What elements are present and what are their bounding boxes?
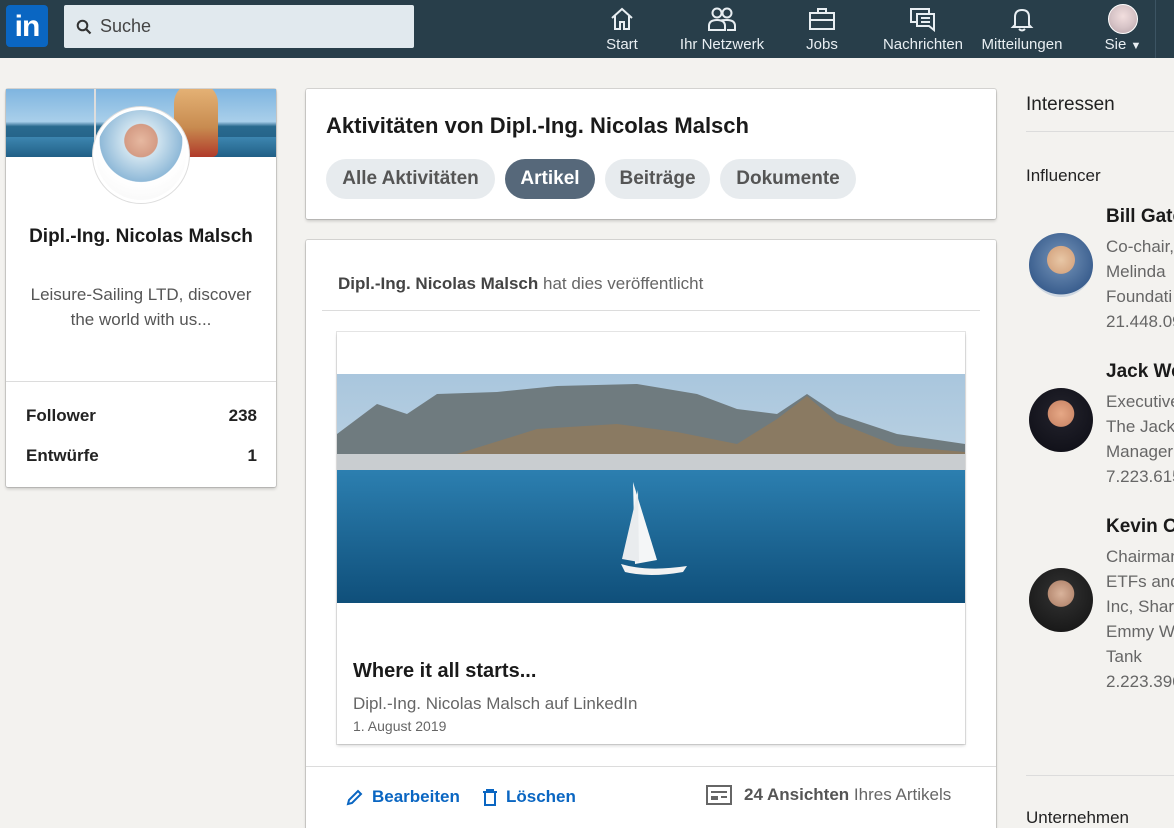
views-text: 24 Ansichten Ihres Artikels xyxy=(744,785,951,805)
views-suffix: Ihres Artikels xyxy=(853,785,952,804)
influencer-avatar xyxy=(1029,568,1093,632)
nav-start[interactable]: Start xyxy=(588,4,656,58)
nav-me-label-wrap: Sie ▼ xyxy=(1098,36,1148,53)
stat-value: 238 xyxy=(228,406,257,425)
influencer-avatar xyxy=(1029,233,1093,297)
trash-icon xyxy=(483,788,497,806)
stat-drafts[interactable]: Entwürfe 1 xyxy=(26,446,257,466)
messages-icon xyxy=(910,8,935,32)
influencer-name[interactable]: Kevin O xyxy=(1106,516,1174,538)
profile-card: Dipl.-Ing. Nicolas Malsch Leisure-Sailin… xyxy=(6,89,276,487)
article-views[interactable]: 24 Ansichten Ihres Artikels xyxy=(706,785,951,805)
top-nav: in Start Ihr Netzwerk Jobs Nachrichten M… xyxy=(0,0,1174,58)
nav-messages-label: Nachrichten xyxy=(882,36,964,53)
stat-label: Follower xyxy=(26,406,96,425)
page-title: Aktivitäten von Dipl.-Ing. Nicolas Malsc… xyxy=(326,113,749,138)
influencer-followers: 2.223.396 xyxy=(1106,672,1174,691)
influencer-line: ETFs and xyxy=(1106,572,1174,591)
edit-button[interactable]: Bearbeiten xyxy=(346,787,460,807)
influencer-item[interactable]: Kevin O Chairman ETFs and Inc, Shark Emm… xyxy=(1026,516,1174,696)
search-bar[interactable] xyxy=(64,5,414,48)
influencer-label: Influencer xyxy=(1026,166,1101,185)
nav-jobs[interactable]: Jobs xyxy=(792,4,852,58)
nav-start-label: Start xyxy=(606,36,638,53)
filter-all-activities[interactable]: Alle Aktivitäten xyxy=(326,159,495,199)
views-count: 24 Ansichten xyxy=(744,785,850,804)
article-title[interactable]: Where it all starts... xyxy=(353,660,536,683)
activity-post: Dipl.-Ing. Nicolas Malsch hat dies veröf… xyxy=(306,240,996,828)
home-icon xyxy=(611,7,633,30)
post-action: hat dies veröffentlicht xyxy=(543,274,704,293)
post-meta: Dipl.-Ing. Nicolas Malsch hat dies veröf… xyxy=(338,274,703,294)
divider xyxy=(1026,775,1174,776)
briefcase-icon xyxy=(809,8,835,30)
analytics-icon xyxy=(706,785,732,805)
caret-down-icon: ▼ xyxy=(1130,40,1142,52)
influencer-name[interactable]: Bill Gate xyxy=(1106,206,1174,228)
influencer-line: Chairman xyxy=(1106,547,1174,566)
edit-label: Bearbeiten xyxy=(372,787,460,806)
linkedin-logo[interactable]: in xyxy=(6,5,48,47)
article-card[interactable]: Where it all starts... Dipl.-Ing. Nicola… xyxy=(337,332,965,744)
influencer-avatar xyxy=(1029,388,1093,452)
search-icon xyxy=(76,19,92,34)
companies-label: Unternehmen xyxy=(1026,808,1130,827)
article-subtitle: Dipl.-Ing. Nicolas Malsch auf LinkedIn xyxy=(353,694,638,713)
influencer-item[interactable]: Bill Gate Co-chair, Melinda Foundati 21.… xyxy=(1026,206,1174,346)
nav-me-label: Sie xyxy=(1104,36,1127,53)
influencer-line: The Jack xyxy=(1106,417,1174,436)
filter-documents[interactable]: Dokumente xyxy=(720,159,856,199)
divider xyxy=(1026,131,1174,132)
search-input[interactable] xyxy=(100,16,400,37)
article-cover-image xyxy=(337,374,965,603)
bell-icon xyxy=(1010,8,1034,32)
profile-name[interactable]: Dipl.-Ing. Nicolas Malsch xyxy=(26,222,256,252)
nav-divider xyxy=(1155,0,1174,58)
nav-network-label: Ihr Netzwerk xyxy=(679,36,765,53)
influencer-line: Executive xyxy=(1106,392,1174,411)
influencer-line: Inc, Shark xyxy=(1106,597,1174,616)
influencer-line: Melinda xyxy=(1106,262,1166,281)
influencer-line: Emmy W xyxy=(1106,622,1174,641)
influencer-followers: 7.223.615 xyxy=(1106,467,1174,486)
activity-header: Aktivitäten von Dipl.-Ing. Nicolas Malsc… xyxy=(306,89,996,219)
stat-label: Entwürfe xyxy=(26,446,99,465)
stat-followers[interactable]: Follower 238 xyxy=(26,406,257,426)
divider xyxy=(306,766,996,767)
influencer-followers: 21.448.09 xyxy=(1106,312,1174,331)
stat-value: 1 xyxy=(247,446,257,465)
profile-photo[interactable] xyxy=(93,107,189,203)
nav-network[interactable]: Ihr Netzwerk xyxy=(676,4,768,58)
post-author[interactable]: Dipl.-Ing. Nicolas Malsch xyxy=(338,274,538,293)
nav-notifications[interactable]: Mitteilungen xyxy=(976,4,1068,58)
influencer-name[interactable]: Jack We xyxy=(1106,361,1174,383)
influencer-line: Co-chair, xyxy=(1106,237,1174,256)
article-date: 1. August 2019 xyxy=(353,718,447,734)
influencer-line: Tank xyxy=(1106,647,1142,666)
influencer-line: Foundati xyxy=(1106,287,1173,306)
pencil-icon xyxy=(346,789,363,806)
nav-notifications-label: Mitteilungen xyxy=(981,36,1063,53)
divider xyxy=(6,381,276,382)
influencer-line: Manager xyxy=(1106,442,1174,461)
network-icon xyxy=(708,7,736,31)
profile-headline: Leisure-Sailing LTD, discover the world … xyxy=(30,285,252,329)
filter-articles[interactable]: Artikel xyxy=(505,159,595,199)
divider xyxy=(322,310,980,311)
avatar xyxy=(1108,4,1138,34)
influencer-item[interactable]: Jack We Executive The Jack Manager 7.223… xyxy=(1026,361,1174,501)
nav-me[interactable]: Sie ▼ xyxy=(1098,4,1148,58)
nav-jobs-label: Jobs xyxy=(806,36,838,53)
delete-label: Löschen xyxy=(506,787,576,806)
filter-posts[interactable]: Beiträge xyxy=(605,159,710,199)
interests-heading: Interessen xyxy=(1026,94,1115,115)
nav-messages[interactable]: Nachrichten xyxy=(880,4,966,58)
delete-button[interactable]: Löschen xyxy=(482,787,576,807)
